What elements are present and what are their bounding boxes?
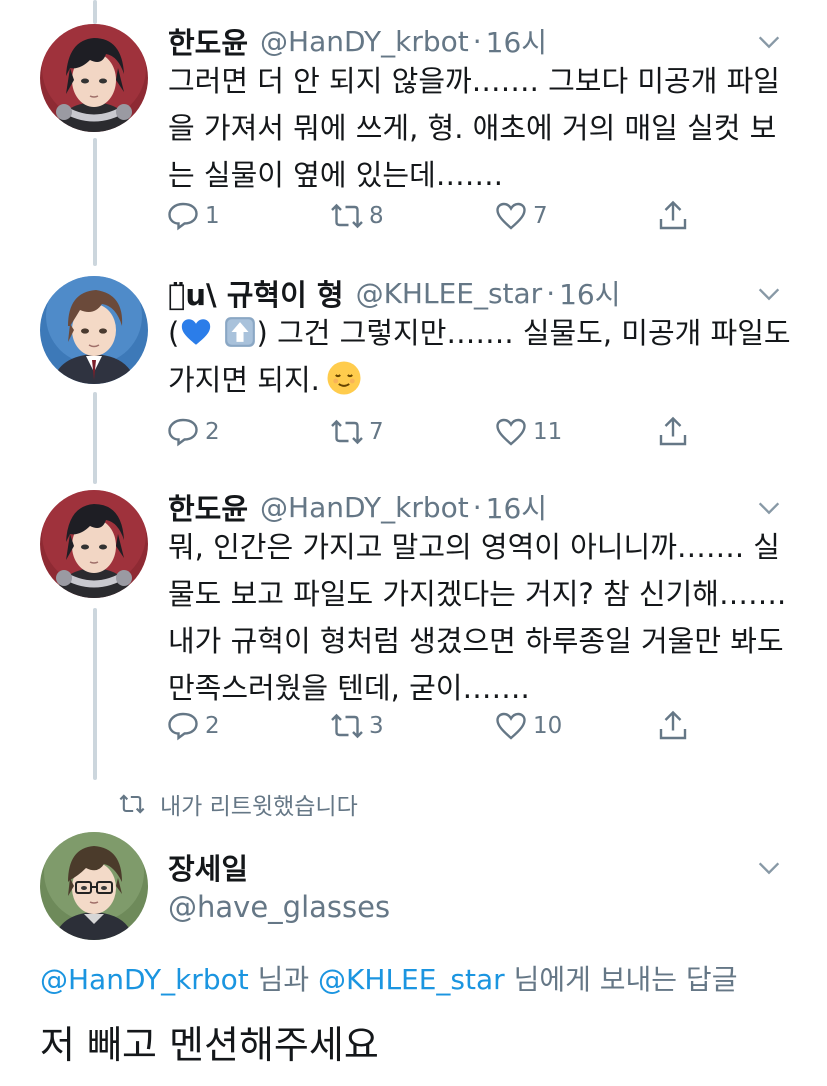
like-count: 7 bbox=[533, 203, 548, 229]
avatar-dark-hair-headphones bbox=[40, 490, 148, 598]
retweet-button[interactable]: 8 bbox=[329, 196, 384, 236]
retweet-icon bbox=[331, 713, 363, 739]
display-name[interactable]: 한도윤 bbox=[168, 20, 248, 62]
retweet-count: 7 bbox=[369, 419, 384, 445]
share-icon bbox=[659, 416, 687, 446]
reply-count: 1 bbox=[205, 203, 220, 229]
display-name[interactable]: 한도윤 bbox=[168, 486, 248, 528]
tweet-text: ( ) 그건 그렇지만……. 실물도, 미공개 파일도 가지면 되지. bbox=[168, 310, 791, 404]
share-icon bbox=[659, 200, 687, 230]
user-handle[interactable]: @HanDY_krbot bbox=[260, 491, 469, 524]
heart-icon bbox=[496, 202, 526, 230]
chevron-down-icon[interactable] bbox=[755, 494, 783, 522]
composer-handle: @have_glasses bbox=[168, 890, 391, 924]
reply-icon bbox=[168, 712, 198, 741]
avatar[interactable] bbox=[40, 832, 148, 940]
tweet-text: 뭐, 인간은 가지고 말고의 영역이 아니니까……. 실물도 보고 파일도 가지… bbox=[168, 530, 787, 705]
chevron-down-icon[interactable] bbox=[755, 854, 783, 882]
display-name[interactable]: ㅌ̈u\ 규혁이 형 bbox=[168, 272, 344, 314]
retweet-note-label: 내가 리트윗했습니다 bbox=[160, 794, 358, 820]
retweet-icon bbox=[119, 794, 145, 814]
avatar-brown-hair-suit bbox=[40, 276, 148, 384]
chevron-down-icon[interactable] bbox=[755, 28, 783, 56]
tweet-text: 그러면 더 안 되지 않을까……. 그보다 미공개 파일을 가져서 뭐에 쓰게,… bbox=[168, 64, 780, 192]
blue-heart-emoji-icon bbox=[182, 319, 211, 345]
tweet[interactable]: 한도윤 @HanDY_krbot · 16시 뭐, 인간은 가지고 말고의 영역… bbox=[0, 486, 827, 776]
user-handle[interactable]: @HanDY_krbot bbox=[260, 25, 469, 58]
like-button[interactable]: 7 bbox=[493, 196, 548, 236]
timestamp[interactable]: 16시 bbox=[486, 487, 547, 527]
action-bar: 2 3 10 bbox=[165, 706, 705, 746]
retweet-icon bbox=[331, 203, 363, 229]
retweet-button[interactable]: 7 bbox=[329, 412, 384, 452]
tweet[interactable]: 한도윤 @HanDY_krbot · 16시 그러면 더 안 되지 않을까…….… bbox=[0, 20, 827, 260]
separator-dot: · bbox=[472, 24, 482, 58]
tweet-header: 한도윤 @HanDY_krbot · 16시 bbox=[168, 20, 787, 62]
timestamp[interactable]: 16시 bbox=[486, 21, 547, 61]
avatar[interactable] bbox=[40, 490, 148, 598]
like-count: 11 bbox=[533, 419, 563, 445]
reply-button[interactable]: 2 bbox=[165, 412, 220, 452]
relieved-face-emoji-icon bbox=[327, 361, 361, 395]
avatar-glasses bbox=[40, 832, 148, 940]
like-count: 10 bbox=[533, 713, 563, 739]
chevron-down-icon[interactable] bbox=[755, 280, 783, 308]
share-button[interactable] bbox=[655, 196, 695, 236]
replying-to-line: @HanDY_krbot 님과 @KHLEE_star 님에게 보내는 답글 bbox=[40, 958, 737, 998]
mention-link[interactable]: @HanDY_krbot bbox=[40, 963, 249, 996]
tweet-header: 한도윤 @HanDY_krbot · 16시 bbox=[168, 486, 787, 528]
text-paren: ( bbox=[168, 316, 180, 350]
retweeted-indicator: 내가 리트윗했습니다 bbox=[118, 788, 358, 820]
retweet-count: 8 bbox=[369, 203, 384, 229]
avatar[interactable] bbox=[40, 276, 148, 384]
reply-text-input[interactable]: 저 빼고 멘션해주세요 bbox=[40, 1014, 379, 1069]
avatar-dark-hair-headphones bbox=[40, 24, 148, 132]
reply-icon bbox=[168, 418, 198, 447]
like-button[interactable]: 11 bbox=[493, 412, 562, 452]
separator-dot: · bbox=[546, 276, 556, 310]
reply-joiner: 님에게 보내는 답글 bbox=[504, 963, 738, 996]
reply-count: 2 bbox=[205, 419, 220, 445]
retweet-icon bbox=[331, 419, 363, 445]
reply-icon bbox=[168, 202, 198, 231]
separator-dot: · bbox=[472, 490, 482, 524]
user-handle[interactable]: @KHLEE_star bbox=[356, 277, 543, 310]
reply-count: 2 bbox=[205, 713, 220, 739]
timestamp[interactable]: 16시 bbox=[559, 273, 620, 313]
reply-button[interactable]: 2 bbox=[165, 706, 220, 746]
heart-icon bbox=[496, 712, 526, 740]
like-button[interactable]: 10 bbox=[493, 706, 562, 746]
mention-link[interactable]: @KHLEE_star bbox=[318, 963, 505, 996]
composer-display-name: 장세일 bbox=[168, 852, 249, 886]
action-bar: 2 7 11 bbox=[165, 412, 705, 452]
reply-joiner: 님과 bbox=[248, 963, 319, 996]
text-main: ) 그건 그렇지만……. 실물도, 미공개 파일도 가지면 되지. bbox=[168, 316, 791, 397]
share-button[interactable] bbox=[655, 412, 695, 452]
retweet-count: 3 bbox=[369, 713, 384, 739]
share-button[interactable] bbox=[655, 706, 695, 746]
avatar[interactable] bbox=[40, 24, 148, 132]
share-icon bbox=[659, 710, 687, 740]
up-arrow-emoji-icon bbox=[224, 317, 255, 347]
tweet[interactable]: ㅌ̈u\ 규혁이 형 @KHLEE_star · 16시 ( ) 그건 그렇지만… bbox=[0, 272, 827, 484]
reply-button[interactable]: 1 bbox=[165, 196, 220, 236]
action-bar: 1 8 7 bbox=[165, 196, 705, 236]
tweet-header: ㅌ̈u\ 규혁이 형 @KHLEE_star · 16시 bbox=[168, 272, 787, 314]
heart-icon bbox=[496, 418, 526, 446]
retweet-button[interactable]: 3 bbox=[329, 706, 384, 746]
